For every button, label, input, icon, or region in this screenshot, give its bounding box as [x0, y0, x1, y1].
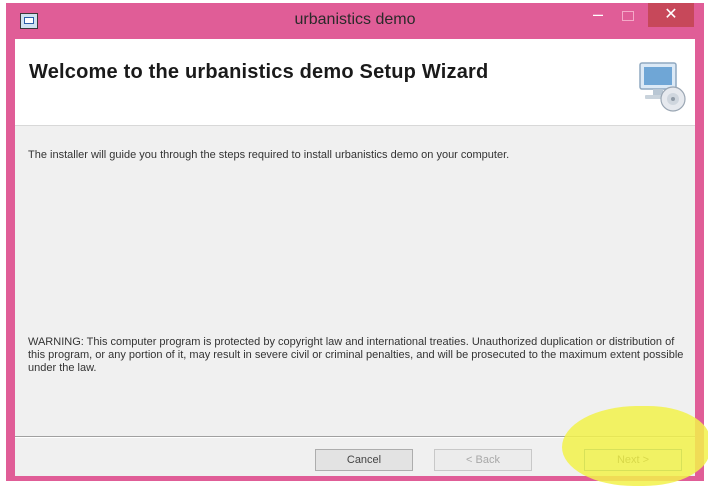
cancel-button[interactable]: Cancel: [315, 449, 413, 471]
close-button[interactable]: ✕: [648, 3, 694, 27]
page-title: Welcome to the urbanistics demo Setup Wi…: [29, 61, 489, 83]
wizard-content: Welcome to the urbanistics demo Setup Wi…: [15, 39, 695, 476]
computer-cd-icon: [639, 62, 686, 112]
minimize-button[interactable]: –: [584, 3, 612, 27]
maximize-icon: [622, 11, 634, 21]
intro-text: The installer will guide you through the…: [28, 149, 510, 161]
title-bar[interactable]: urbanistics demo – ✕: [6, 3, 704, 39]
copyright-warning: WARNING: This computer program is protec…: [28, 336, 684, 374]
minimize-icon: –: [592, 4, 603, 24]
close-icon: ✕: [664, 6, 678, 23]
wizard-banner: Welcome to the urbanistics demo Setup Wi…: [15, 39, 695, 126]
next-button[interactable]: Next >: [584, 449, 682, 471]
button-divider: [15, 436, 695, 438]
back-button[interactable]: < Back: [434, 449, 532, 471]
installer-window: urbanistics demo – ✕ Welcome to the urba…: [6, 3, 704, 481]
maximize-button: [614, 3, 642, 27]
